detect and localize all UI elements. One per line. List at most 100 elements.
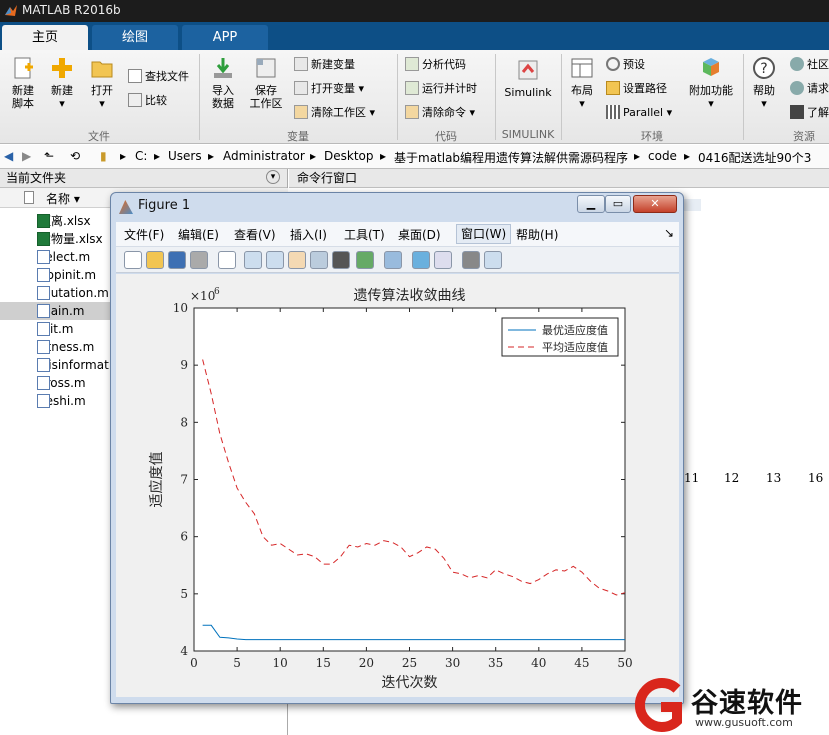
- parallel-button[interactable]: Parallel ▾: [606, 104, 672, 122]
- pan-icon[interactable]: [288, 251, 306, 269]
- file-item[interactable]: select.m: [22, 248, 122, 266]
- open-variable-label: 打开变量: [311, 82, 355, 95]
- file-item[interactable]: 货物量.xlsx: [22, 230, 122, 248]
- figure-menu-item[interactable]: 文件(F): [124, 226, 164, 243]
- panel-menu-icon[interactable]: ▾: [266, 170, 280, 184]
- preferences-button[interactable]: 预设: [606, 56, 645, 74]
- gusu-logo-icon: [634, 678, 682, 732]
- community-label: 社区: [807, 58, 829, 71]
- new-variable-button[interactable]: 新建变量: [294, 56, 355, 74]
- print-icon[interactable]: [190, 251, 208, 269]
- back-icon[interactable]: ◀: [4, 149, 13, 163]
- set-path-button[interactable]: 设置路径: [606, 80, 667, 98]
- open-icon[interactable]: [146, 251, 164, 269]
- forward-icon[interactable]: ▶: [22, 149, 31, 163]
- analyze-code-button[interactable]: 分析代码: [405, 56, 466, 74]
- up-folder-icon[interactable]: ⬑: [44, 149, 54, 163]
- show-plot-tools-icon[interactable]: [484, 251, 502, 269]
- figure-menu-item[interactable]: 帮助(H): [516, 226, 558, 243]
- watermark: 谷速软件 www.gusuoft.com: [625, 675, 829, 735]
- tab-apps[interactable]: APP: [182, 25, 268, 50]
- breadcrumb-item[interactable]: Desktop: [324, 149, 374, 163]
- maximize-button[interactable]: ▭: [605, 195, 631, 213]
- save-workspace-button[interactable]: 保存 工作区: [246, 56, 286, 110]
- file-item[interactable]: mutation.m: [22, 284, 122, 302]
- chevron-down-icon: ▾: [59, 97, 65, 110]
- file-item[interactable]: 距离.xlsx: [22, 212, 122, 230]
- simulink-button[interactable]: Simulink: [500, 58, 556, 99]
- document-icon: [24, 191, 34, 204]
- breadcrumb-item[interactable]: code: [648, 149, 677, 163]
- section-code-label: 代码: [435, 130, 457, 143]
- close-button[interactable]: ✕: [633, 195, 677, 213]
- brush-icon[interactable]: [356, 251, 374, 269]
- breadcrumb-item[interactable]: 0416配送选址90个3: [698, 149, 811, 166]
- save-icon[interactable]: [168, 251, 186, 269]
- minimize-button[interactable]: ▁: [577, 195, 605, 213]
- command-window-header: 命令行窗口: [289, 169, 829, 188]
- file-item[interactable]: cross.m: [22, 374, 122, 392]
- open-variable-button[interactable]: 打开变量 ▾: [294, 80, 364, 98]
- file-item[interactable]: fitness.m: [22, 338, 122, 356]
- figure-menu-item[interactable]: 桌面(D): [398, 226, 441, 243]
- clear-workspace-button[interactable]: 清除工作区 ▾: [294, 104, 375, 122]
- clear-commands-button[interactable]: 清除命令 ▾: [405, 104, 475, 122]
- address-bar[interactable]: ◀ ▶ ⬑ ⟲ ▮ ▸ C: ▸ Users ▸ Administrator ▸…: [0, 145, 829, 169]
- breadcrumb-sep: ▸: [684, 149, 691, 163]
- run-and-time-button[interactable]: 运行并计时: [405, 80, 477, 98]
- hide-plot-tools-icon[interactable]: [462, 251, 480, 269]
- tab-home[interactable]: 主页: [2, 25, 88, 50]
- find-files-button[interactable]: 查找文件: [128, 68, 189, 86]
- x-tick-label: 30: [445, 656, 460, 670]
- file-item[interactable]: main.m: [0, 302, 112, 320]
- new-script-button[interactable]: 新建 脚本: [6, 56, 40, 110]
- compare-button[interactable]: 比较: [128, 92, 167, 110]
- colorbar-icon[interactable]: [412, 251, 430, 269]
- y-tick-label: 10: [173, 301, 188, 315]
- file-item[interactable]: init.m: [22, 320, 122, 338]
- open-button[interactable]: 打开 ▾: [86, 56, 118, 110]
- new-icon[interactable]: [124, 251, 142, 269]
- figure-menu-item[interactable]: 编辑(E): [178, 226, 219, 243]
- new-button[interactable]: 新建 ▾: [46, 56, 78, 110]
- legend-icon[interactable]: [434, 251, 452, 269]
- breadcrumb-item[interactable]: 基于matlab编程用遗传算法解供需源码程序: [394, 149, 628, 166]
- figure-window[interactable]: Figure 1 ▁ ▭ ✕ 文件(F) 编辑(E) 查看(V) 插入(I) 工具(T)…: [110, 192, 684, 704]
- file-item[interactable]: popinit.m: [22, 266, 122, 284]
- current-folder-header: 当前文件夹 ▾: [0, 169, 287, 188]
- y-exponent-power: 6: [214, 287, 220, 297]
- file-item[interactable]: ceshi.m: [22, 392, 122, 410]
- ribbon: 新建 脚本 新建 ▾ 打开 ▾ 查找文件 比较 文件 导入 数据 保存 工作区 新建…: [0, 50, 829, 144]
- breadcrumb-item[interactable]: C:: [135, 149, 147, 163]
- zoom-out-icon[interactable]: [266, 251, 284, 269]
- import-data-button[interactable]: 导入 数据: [206, 56, 240, 110]
- layout-button[interactable]: 布局 ▾: [565, 56, 599, 110]
- datacursor-icon[interactable]: [332, 251, 350, 269]
- tab-plots[interactable]: 绘图: [92, 25, 178, 50]
- breadcrumb-item[interactable]: Users: [168, 149, 202, 163]
- ribbon-tabs: 主页 绘图 APP: [0, 22, 829, 50]
- add-ons-button[interactable]: 附加功能 ▾: [686, 56, 736, 110]
- request-support-button[interactable]: 请求: [790, 80, 829, 98]
- help-button[interactable]: ? 帮助 ▾: [748, 56, 780, 110]
- link-icon[interactable]: [384, 251, 402, 269]
- pointer-icon[interactable]: [218, 251, 236, 269]
- chevron-down-icon: ▾: [761, 97, 767, 110]
- watermark-url: www.gusuoft.com: [695, 716, 793, 729]
- figure-menu-item[interactable]: 插入(I): [290, 226, 327, 243]
- x-axis-label: 迭代次数: [382, 675, 438, 691]
- dock-arrow-icon[interactable]: ↘: [664, 226, 674, 240]
- figure-menu-item[interactable]: 查看(V): [234, 226, 276, 243]
- browse-folder-icon[interactable]: ⟲: [70, 149, 80, 163]
- rotate-icon[interactable]: [310, 251, 328, 269]
- breadcrumb-sep: ▸: [120, 149, 127, 163]
- figure-menu-item[interactable]: 工具(T): [344, 226, 385, 243]
- figure-canvas[interactable]: 0 5 10 15 20 25 30 35 40 45 50 4 5 6 7 8 9 10 ×10 6 遗传算法收敛曲线…: [116, 274, 679, 697]
- file-item[interactable]: Disinformat: [22, 356, 122, 374]
- figure-menu-item[interactable]: 窗口(W): [456, 224, 512, 244]
- zoom-in-icon[interactable]: [244, 251, 262, 269]
- learn-matlab-button[interactable]: 了解: [790, 104, 829, 122]
- community-button[interactable]: 社区: [790, 56, 829, 74]
- new-label: 新建: [51, 84, 73, 97]
- breadcrumb-item[interactable]: Administrator: [223, 149, 305, 163]
